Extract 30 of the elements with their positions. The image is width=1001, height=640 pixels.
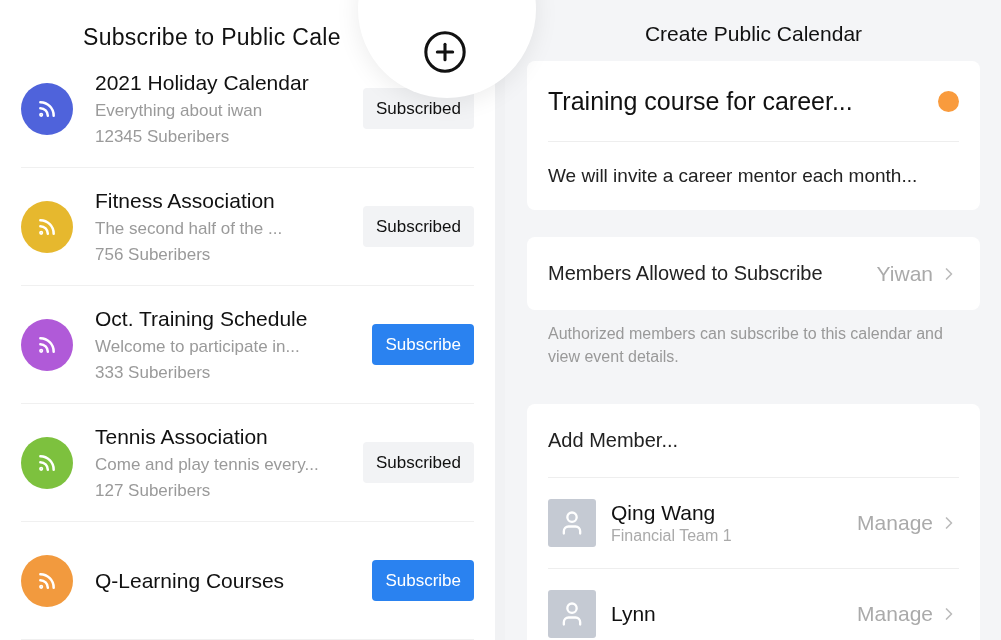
- calendar-name: Fitness Association: [95, 188, 276, 213]
- calendar-description: The second half of the ...: [95, 218, 284, 239]
- member-name: Lynn: [611, 602, 657, 626]
- subscribed-button[interactable]: Subscribed: [362, 442, 474, 483]
- subscriber-count: 756 Suberibers: [95, 244, 212, 265]
- manage-link[interactable]: Manage: [857, 511, 959, 535]
- members-selector[interactable]: Yiwan: [876, 261, 959, 286]
- subscribe-button[interactable]: Subscribe: [372, 324, 474, 365]
- calendar-name: 2021 Holiday Calendar: [95, 70, 310, 95]
- calendar-description: Everything about iwan: [95, 100, 264, 121]
- calendar-description: We will invite a career mentor each month...: [548, 165, 918, 187]
- calendar-description: Come and play tennis every...: [95, 454, 320, 475]
- panel-title: Subscribe to Public Cale: [83, 24, 341, 50]
- calendar-name: Tennis Association: [95, 424, 269, 449]
- calendar-description: Welcome to participate in...: [95, 336, 301, 357]
- hint-text: Authorized members can subscribe to this calendar and view event details.: [547, 324, 944, 367]
- member-team: Financial Team 1: [611, 527, 733, 545]
- panel-title: Create Public Calendar: [643, 21, 864, 47]
- subscribe-button[interactable]: Subscribe: [372, 560, 474, 601]
- add-member-link[interactable]: Add Member...: [548, 429, 959, 452]
- subscriber-count: 127 Suberibers: [95, 480, 212, 501]
- subscribed-button[interactable]: Subscribed: [362, 206, 474, 247]
- calendar-name: Oct. Training Schedule: [95, 306, 309, 331]
- setting-label: Members Allowed to Subscribe: [548, 262, 824, 285]
- manage-link[interactable]: Manage: [857, 602, 959, 626]
- calendar-name: Training course for career...: [548, 86, 854, 116]
- member-name: Qing Wang: [611, 501, 717, 525]
- subscriber-count: 333 Suberibers: [95, 362, 212, 383]
- subscriber-count: 12345 Suberibers: [95, 126, 231, 147]
- calendar-name: Q-Learning Courses: [95, 568, 286, 593]
